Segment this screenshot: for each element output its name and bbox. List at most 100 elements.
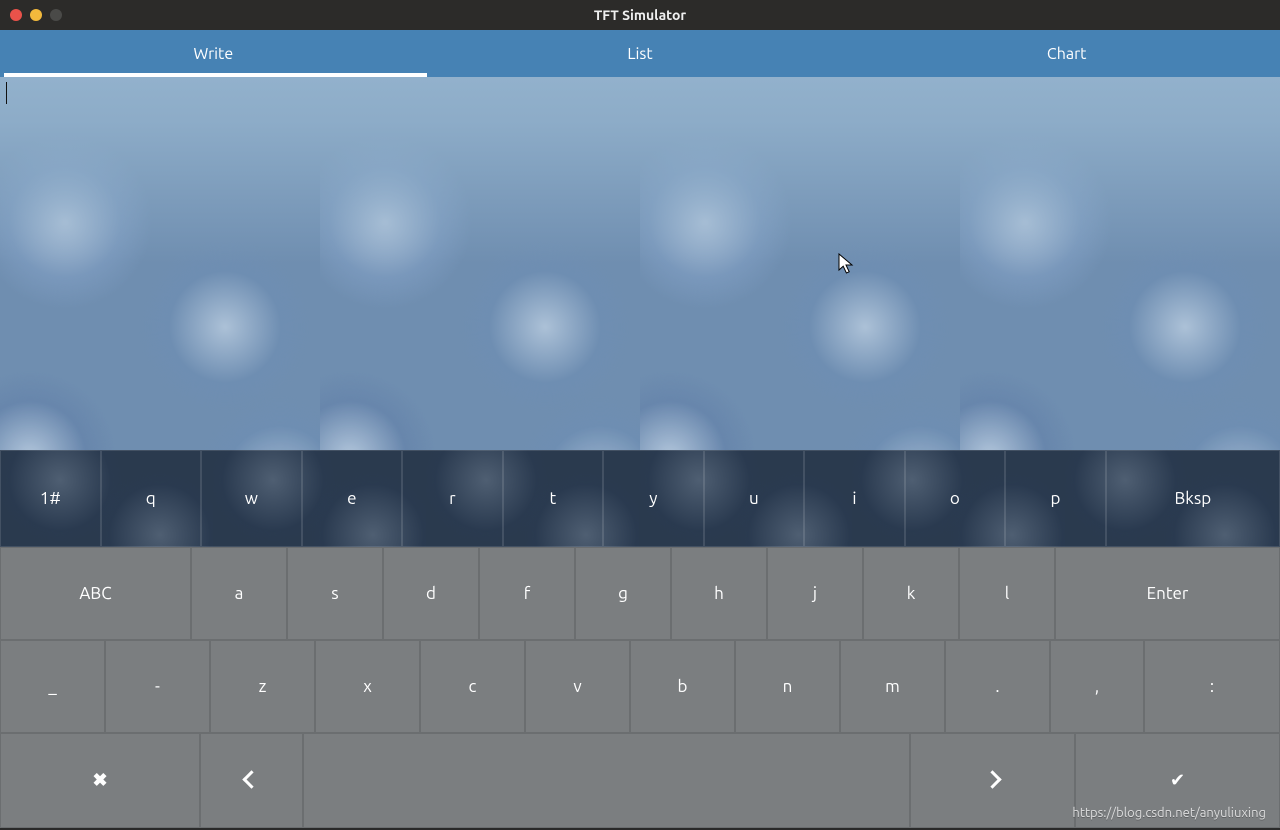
key-left[interactable] xyxy=(200,733,303,828)
key-underscore-label: _ xyxy=(48,677,56,696)
key-z[interactable]: z xyxy=(210,640,315,733)
chevron-left-icon xyxy=(245,771,258,790)
key-s[interactable]: s xyxy=(287,547,383,640)
minimize-window-icon[interactable] xyxy=(30,9,42,21)
key-w[interactable]: w xyxy=(201,450,302,547)
key-a-label: a xyxy=(235,584,244,603)
key-r-label: r xyxy=(449,489,455,508)
key-colon-label: : xyxy=(1210,677,1214,696)
close-window-icon[interactable] xyxy=(10,9,22,21)
key-right[interactable] xyxy=(910,733,1075,828)
key-close[interactable]: ✖ xyxy=(0,733,200,828)
key-period[interactable]: . xyxy=(945,640,1050,733)
key-y[interactable]: y xyxy=(603,450,704,547)
keyboard-row-1: 1# q w e r t y u i o p Bksp xyxy=(0,450,1280,547)
key-t[interactable]: t xyxy=(503,450,604,547)
key-m-label: m xyxy=(885,677,900,696)
key-t-label: t xyxy=(549,489,556,508)
key-underscore[interactable]: _ xyxy=(0,640,105,733)
key-c-label: c xyxy=(469,677,477,696)
key-r[interactable]: r xyxy=(402,450,503,547)
key-colon[interactable]: : xyxy=(1144,640,1280,733)
key-l[interactable]: l xyxy=(959,547,1055,640)
key-j-label: j xyxy=(813,584,817,603)
key-p[interactable]: p xyxy=(1005,450,1106,547)
key-q[interactable]: q xyxy=(101,450,202,547)
key-e-label: e xyxy=(347,489,356,508)
key-z-label: z xyxy=(259,677,267,696)
keyboard-row-2: ABC a s d f g h j k l Enter xyxy=(0,547,1280,640)
key-v-label: v xyxy=(573,677,581,696)
close-icon: ✖ xyxy=(92,770,107,791)
tab-write[interactable]: Write xyxy=(0,30,427,77)
window-title: TFT Simulator xyxy=(594,7,686,23)
key-backspace-label: Bksp xyxy=(1175,489,1212,508)
key-q-label: q xyxy=(146,489,156,508)
key-enter-label: Enter xyxy=(1147,584,1189,603)
key-y-label: y xyxy=(649,489,657,508)
key-period-label: . xyxy=(995,677,999,696)
key-x-label: x xyxy=(363,677,372,696)
key-k[interactable]: k xyxy=(863,547,959,640)
key-n[interactable]: n xyxy=(735,640,840,733)
tab-chart[interactable]: Chart xyxy=(853,30,1280,77)
key-backspace[interactable]: Bksp xyxy=(1106,450,1280,547)
key-space[interactable] xyxy=(303,733,910,828)
key-h[interactable]: h xyxy=(671,547,767,640)
key-o[interactable]: o xyxy=(905,450,1006,547)
title-bar: TFT Simulator xyxy=(0,0,1280,30)
key-a[interactable]: a xyxy=(191,547,287,640)
keyboard-row-4: ✖ ✔ https://blog.csdn.net/anyuliuxing xyxy=(0,733,1280,828)
key-numsym-label: 1# xyxy=(40,489,61,508)
editor-canvas[interactable] xyxy=(0,77,1280,450)
mouse-cursor-icon xyxy=(838,253,856,275)
key-l-label: l xyxy=(1005,584,1009,603)
key-w-label: w xyxy=(245,489,258,508)
key-v[interactable]: v xyxy=(525,640,630,733)
key-g-label: g xyxy=(618,584,628,603)
key-shift-label: ABC xyxy=(79,584,111,603)
key-comma[interactable]: , xyxy=(1050,640,1144,733)
key-n-label: n xyxy=(783,677,793,696)
key-enter[interactable]: Enter xyxy=(1055,547,1280,640)
key-u[interactable]: u xyxy=(704,450,805,547)
key-f-label: f xyxy=(524,584,530,603)
key-j[interactable]: j xyxy=(767,547,863,640)
key-numsym[interactable]: 1# xyxy=(0,450,101,547)
tab-list[interactable]: List xyxy=(427,30,854,77)
check-icon: ✔ xyxy=(1170,770,1185,791)
key-hyphen-label: - xyxy=(155,677,160,696)
key-d-label: d xyxy=(426,584,436,603)
key-b-label: b xyxy=(678,677,688,696)
window-controls xyxy=(0,9,62,21)
tab-chart-label: Chart xyxy=(1047,45,1087,63)
key-u-label: u xyxy=(749,489,759,508)
key-o-label: o xyxy=(950,489,960,508)
key-e[interactable]: e xyxy=(302,450,403,547)
keyboard-row-3: _ - z x c v b n m . , : xyxy=(0,640,1280,733)
key-hyphen[interactable]: - xyxy=(105,640,210,733)
key-g[interactable]: g xyxy=(575,547,671,640)
tab-list-label: List xyxy=(627,45,652,63)
key-x[interactable]: x xyxy=(315,640,420,733)
key-f[interactable]: f xyxy=(479,547,575,640)
key-b[interactable]: b xyxy=(630,640,735,733)
key-p-label: p xyxy=(1050,489,1060,508)
key-c[interactable]: c xyxy=(420,640,525,733)
keyboard-gray-area: ABC a s d f g h j k l Enter _ - z x c v … xyxy=(0,547,1280,828)
key-comma-label: , xyxy=(1095,677,1099,696)
key-k-label: k xyxy=(907,584,916,603)
key-i-label: i xyxy=(852,489,856,508)
key-m[interactable]: m xyxy=(840,640,945,733)
key-s-label: s xyxy=(331,584,338,603)
key-i[interactable]: i xyxy=(804,450,905,547)
key-h-label: h xyxy=(714,584,724,603)
maximize-window-icon[interactable] xyxy=(50,9,62,21)
watermark: https://blog.csdn.net/anyuliuxing xyxy=(1072,806,1266,820)
text-caret xyxy=(6,82,7,104)
chevron-right-icon xyxy=(986,771,999,790)
tab-bar: Write List Chart xyxy=(0,30,1280,77)
key-d[interactable]: d xyxy=(383,547,479,640)
key-shift[interactable]: ABC xyxy=(0,547,191,640)
tab-write-label: Write xyxy=(194,45,234,63)
